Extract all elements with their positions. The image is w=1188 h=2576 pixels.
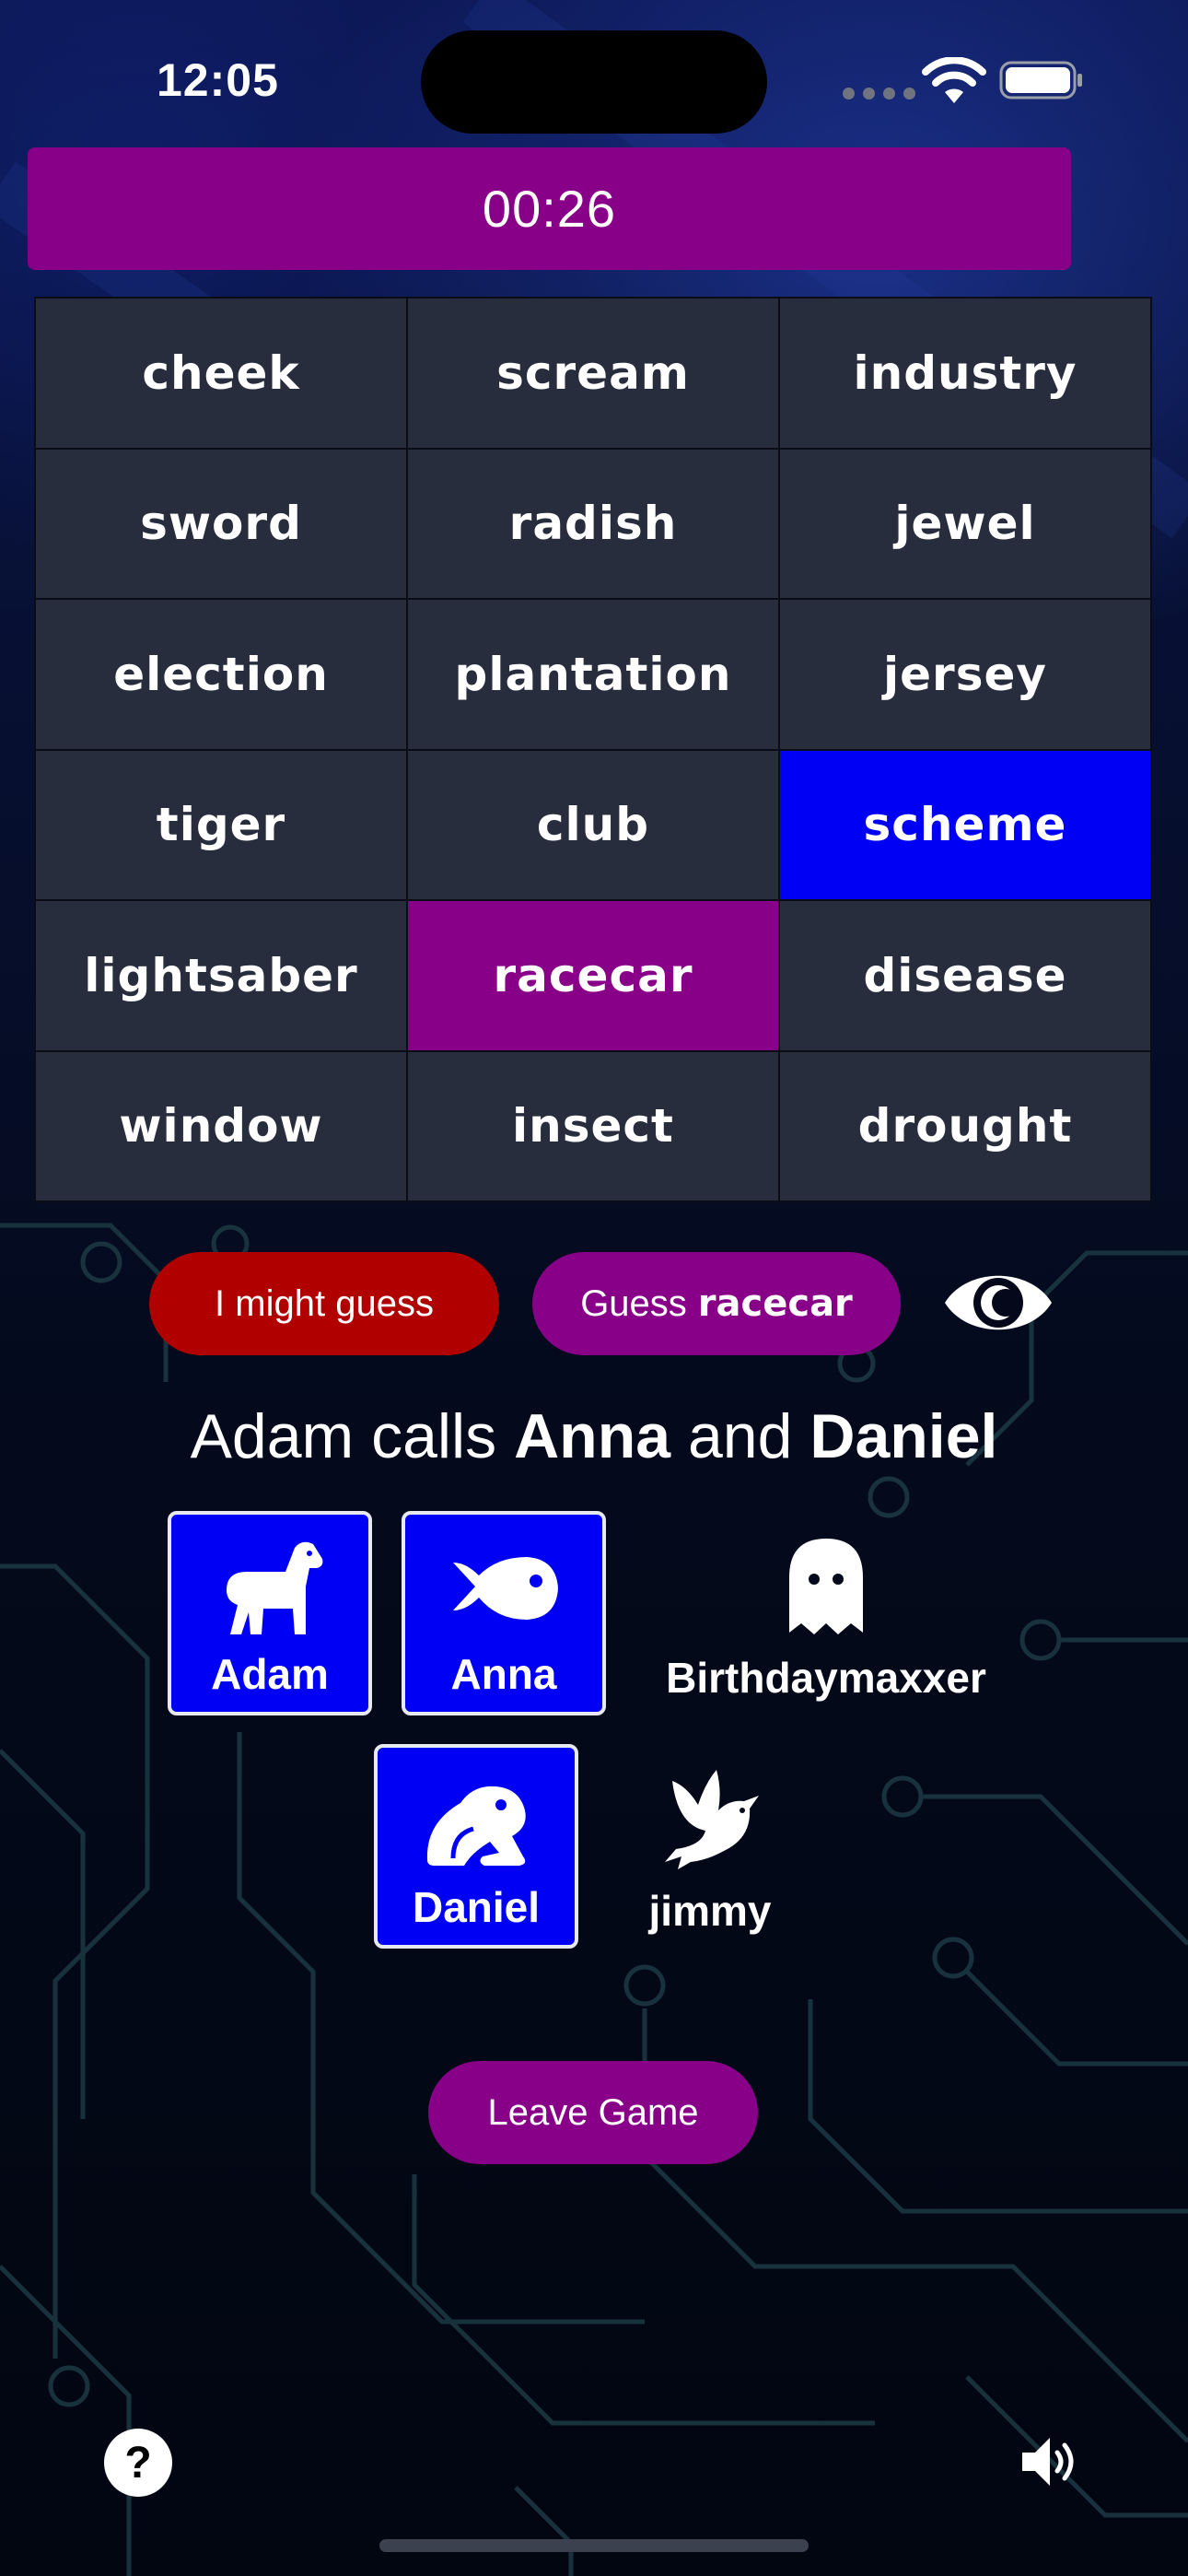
i-might-guess-button[interactable]: I might guess xyxy=(149,1252,499,1355)
call-announcement: Adam calls Anna and Daniel xyxy=(0,1400,1188,1472)
player-card-adam[interactable]: Adam xyxy=(168,1511,372,1715)
player-name: Adam xyxy=(211,1650,329,1698)
word-card-drought[interactable]: drought xyxy=(780,1051,1150,1200)
called-player-2: Daniel xyxy=(809,1401,998,1471)
help-icon[interactable]: ? xyxy=(104,2429,172,2497)
word-card-plantation[interactable]: plantation xyxy=(408,600,778,749)
word-grid: cheek scream industry sword radish jewel elect… xyxy=(34,297,1152,1202)
word-card-lightsaber[interactable]: lightsaber xyxy=(36,901,406,1050)
cellular-signal-icon xyxy=(843,88,915,100)
word-card-industry[interactable]: industry xyxy=(780,299,1150,448)
caller-name: Adam xyxy=(190,1401,355,1471)
guess-word-label: racecar xyxy=(697,1282,853,1325)
horse-icon xyxy=(227,1541,323,1634)
frog-icon xyxy=(426,1786,526,1866)
speaker-volume-icon[interactable] xyxy=(1019,2434,1079,2489)
leave-game-button[interactable]: Leave Game xyxy=(428,2061,758,2164)
battery-icon xyxy=(999,61,1082,100)
wifi-icon xyxy=(922,57,986,103)
fish-icon xyxy=(453,1557,558,1620)
player-name: Anna xyxy=(450,1650,557,1698)
countdown-timer: 00:26 xyxy=(28,147,1071,270)
word-card-window[interactable]: window xyxy=(36,1051,406,1200)
word-card-scream[interactable]: scream xyxy=(408,299,778,448)
word-card-racecar[interactable]: racecar xyxy=(408,901,778,1050)
home-indicator[interactable] xyxy=(379,2539,809,2552)
player-name: jimmy xyxy=(648,1887,772,1935)
player-card-anna[interactable]: Anna xyxy=(402,1511,606,1715)
word-card-sword[interactable]: sword xyxy=(36,449,406,598)
word-card-scheme[interactable]: scheme xyxy=(780,750,1150,899)
word-card-cheek[interactable]: cheek xyxy=(36,299,406,448)
player-name: Birthdaymaxxer xyxy=(666,1654,986,1702)
word-card-election[interactable]: election xyxy=(36,600,406,749)
word-card-club[interactable]: club xyxy=(408,750,778,899)
word-card-jersey[interactable]: jersey xyxy=(780,600,1150,749)
called-player-1: Anna xyxy=(514,1401,671,1471)
word-card-radish[interactable]: radish xyxy=(408,449,778,598)
player-birthdaymaxxer[interactable]: Birthdaymaxxer xyxy=(666,1511,986,1715)
word-card-tiger[interactable]: tiger xyxy=(36,750,406,899)
guess-word-button[interactable]: Guess racecar xyxy=(532,1252,901,1355)
and-word: and xyxy=(687,1401,793,1471)
guess-prefix-label: Guess xyxy=(580,1282,687,1324)
status-time: 12:05 xyxy=(157,54,279,106)
dove-icon xyxy=(665,1770,759,1869)
word-card-jewel[interactable]: jewel xyxy=(780,449,1150,598)
eye-icon[interactable] xyxy=(941,1261,1055,1344)
word-card-disease[interactable]: disease xyxy=(780,901,1150,1050)
player-jimmy[interactable]: jimmy xyxy=(608,1744,812,1949)
dynamic-island xyxy=(421,30,767,134)
word-card-insect[interactable]: insect xyxy=(408,1051,778,1200)
ghost-icon xyxy=(789,1539,863,1634)
calls-word: calls xyxy=(371,1401,497,1471)
